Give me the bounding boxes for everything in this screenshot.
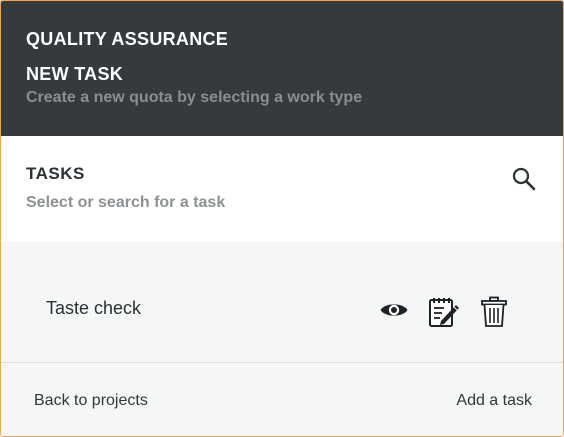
task-list: Taste check bbox=[1, 242, 563, 363]
page-title: NEW TASK bbox=[26, 64, 124, 84]
section-title: QUALITY ASSURANCE bbox=[26, 29, 229, 49]
qa-window: QUALITY ASSURANCE NEW TASK Create a new … bbox=[0, 0, 564, 437]
search-button[interactable] bbox=[511, 166, 537, 192]
page-footer: Back to projects Add a task bbox=[1, 363, 563, 436]
delete-task-button[interactable] bbox=[479, 296, 509, 328]
view-task-button[interactable] bbox=[379, 298, 409, 322]
edit-task-button[interactable] bbox=[427, 296, 461, 328]
task-row[interactable]: Taste check bbox=[1, 242, 563, 363]
tasks-title: TASKS bbox=[26, 164, 85, 183]
add-task-link[interactable]: Add a task bbox=[456, 392, 532, 410]
notepad-edit-icon bbox=[429, 298, 459, 327]
task-name: Taste check bbox=[46, 298, 142, 318]
back-to-projects-link[interactable]: Back to projects bbox=[34, 392, 148, 410]
page-header: QUALITY ASSURANCE NEW TASK Create a new … bbox=[1, 1, 563, 136]
tasks-panel: TASKS Select or search for a task bbox=[1, 136, 563, 242]
trash-icon bbox=[481, 296, 507, 327]
search-icon bbox=[512, 167, 536, 191]
eye-icon bbox=[380, 304, 408, 316]
page-subtitle: Create a new quota by selecting a work t… bbox=[26, 89, 363, 106]
tasks-hint: Select or search for a task bbox=[26, 194, 226, 211]
